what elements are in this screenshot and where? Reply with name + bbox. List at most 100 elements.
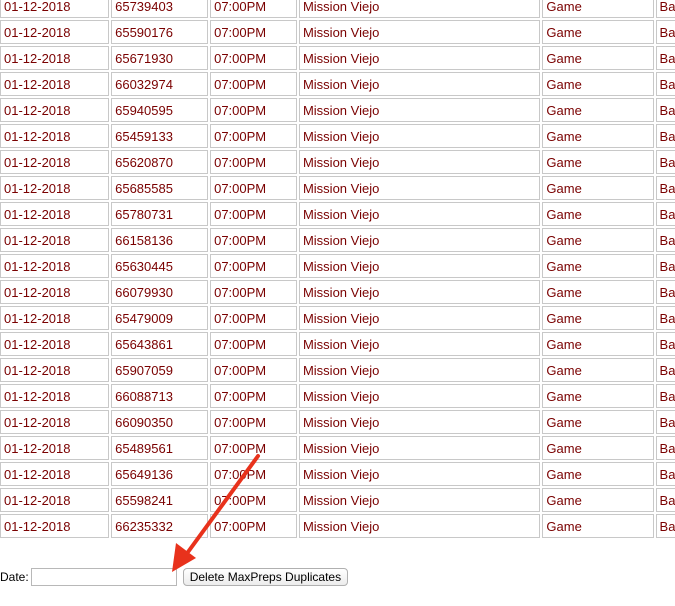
event-type-cell: Game — [542, 46, 654, 70]
time-cell: 07:00PM — [210, 20, 297, 44]
time-cell: 07:00PM — [210, 124, 297, 148]
extra-cell: Ba — [655, 488, 675, 512]
table-row: 01-12-2018 65489561 07:00PM Mission Viejo Ga… — [0, 436, 675, 460]
location-cell: Mission Viejo — [298, 436, 541, 460]
game-id-cell: 66090350 — [111, 410, 209, 434]
delete-duplicates-form: Date: Delete MaxPreps Duplicates — [0, 566, 349, 588]
time-cell: 07:00PM — [210, 254, 297, 278]
extra-cell: Ba — [655, 150, 675, 174]
time-cell: 07:00PM — [210, 332, 297, 356]
event-type-cell: Game — [542, 0, 654, 18]
time-cell: 07:00PM — [210, 358, 297, 382]
event-type-cell: Game — [542, 176, 654, 200]
extra-cell: Ba — [655, 124, 675, 148]
extra-cell: Ba — [655, 410, 675, 434]
date-cell: 01-12-2018 — [0, 98, 110, 122]
event-type-cell: Game — [542, 306, 654, 330]
location-cell: Mission Viejo — [298, 306, 541, 330]
extra-cell: Ba — [655, 514, 675, 538]
date-cell: 01-12-2018 — [0, 488, 110, 512]
location-cell: Mission Viejo — [298, 488, 541, 512]
location-cell: Mission Viejo — [298, 202, 541, 226]
date-cell: 01-12-2018 — [0, 0, 110, 18]
event-type-cell: Game — [542, 410, 654, 434]
table-row: 01-12-2018 66090350 07:00PM Mission Viejo Ga… — [0, 410, 675, 434]
table-row: 01-12-2018 65630445 07:00PM Mission Viejo Ga… — [0, 254, 675, 278]
table-row: 01-12-2018 66079930 07:00PM Mission Viejo Ga… — [0, 280, 675, 304]
location-cell: Mission Viejo — [298, 332, 541, 356]
time-cell: 07:00PM — [210, 46, 297, 70]
delete-maxpreps-duplicates-button[interactable]: Delete MaxPreps Duplicates — [182, 568, 349, 586]
date-label: Date: — [0, 570, 29, 584]
game-id-cell: 65739403 — [111, 0, 209, 18]
extra-cell: Ba — [655, 176, 675, 200]
game-id-cell: 65489561 — [111, 436, 209, 460]
extra-cell: Ba — [655, 228, 675, 252]
extra-cell: Ba — [655, 254, 675, 278]
time-cell: 07:00PM — [210, 280, 297, 304]
event-type-cell: Game — [542, 20, 654, 44]
time-cell: 07:00PM — [210, 306, 297, 330]
game-id-cell: 65630445 — [111, 254, 209, 278]
extra-cell: Ba — [655, 332, 675, 356]
location-cell: Mission Viejo — [298, 20, 541, 44]
date-cell: 01-12-2018 — [0, 462, 110, 486]
time-cell: 07:00PM — [210, 72, 297, 96]
game-id-cell: 65649136 — [111, 462, 209, 486]
extra-cell: Ba — [655, 202, 675, 226]
game-id-cell: 65685585 — [111, 176, 209, 200]
time-cell: 07:00PM — [210, 202, 297, 226]
location-cell: Mission Viejo — [298, 254, 541, 278]
table-row: 01-12-2018 65620870 07:00PM Mission Viejo Ga… — [0, 150, 675, 174]
event-type-cell: Game — [542, 462, 654, 486]
event-type-cell: Game — [542, 514, 654, 538]
event-type-cell: Game — [542, 98, 654, 122]
game-id-cell: 66079930 — [111, 280, 209, 304]
extra-cell: Ba — [655, 280, 675, 304]
table-row: 01-12-2018 65907059 07:00PM Mission Viejo Ga… — [0, 358, 675, 382]
games-table: 01-12-2018 65739403 07:00PM Mission Viejo Ga… — [0, 0, 675, 540]
date-cell: 01-12-2018 — [0, 124, 110, 148]
location-cell: Mission Viejo — [298, 0, 541, 18]
time-cell: 07:00PM — [210, 228, 297, 252]
game-id-cell: 65620870 — [111, 150, 209, 174]
extra-cell: Ba — [655, 306, 675, 330]
extra-cell: Ba — [655, 20, 675, 44]
time-cell: 07:00PM — [210, 462, 297, 486]
table-row: 01-12-2018 65649136 07:00PM Mission Viejo Ga… — [0, 462, 675, 486]
time-cell: 07:00PM — [210, 488, 297, 512]
location-cell: Mission Viejo — [298, 462, 541, 486]
event-type-cell: Game — [542, 254, 654, 278]
location-cell: Mission Viejo — [298, 176, 541, 200]
time-cell: 07:00PM — [210, 514, 297, 538]
location-cell: Mission Viejo — [298, 514, 541, 538]
game-id-cell: 65671930 — [111, 46, 209, 70]
event-type-cell: Game — [542, 280, 654, 304]
date-cell: 01-12-2018 — [0, 358, 110, 382]
extra-cell: Ba — [655, 384, 675, 408]
time-cell: 07:00PM — [210, 0, 297, 18]
extra-cell: Ba — [655, 358, 675, 382]
event-type-cell: Game — [542, 228, 654, 252]
table-row: 01-12-2018 65780731 07:00PM Mission Viejo Ga… — [0, 202, 675, 226]
date-cell: 01-12-2018 — [0, 20, 110, 44]
date-input[interactable] — [30, 568, 177, 586]
table-row: 01-12-2018 66158136 07:00PM Mission Viejo Ga… — [0, 228, 675, 252]
event-type-cell: Game — [542, 124, 654, 148]
extra-cell: Ba — [655, 98, 675, 122]
location-cell: Mission Viejo — [298, 358, 541, 382]
time-cell: 07:00PM — [210, 176, 297, 200]
game-id-cell: 65780731 — [111, 202, 209, 226]
extra-cell: Ba — [655, 436, 675, 460]
date-cell: 01-12-2018 — [0, 514, 110, 538]
location-cell: Mission Viejo — [298, 384, 541, 408]
table-row: 01-12-2018 65590176 07:00PM Mission Viejo Ga… — [0, 20, 675, 44]
table-row: 01-12-2018 66088713 07:00PM Mission Viejo Ga… — [0, 384, 675, 408]
extra-cell: Ba — [655, 0, 675, 18]
game-id-cell: 66235332 — [111, 514, 209, 538]
table-row: 01-12-2018 65479009 07:00PM Mission Viejo Ga… — [0, 306, 675, 330]
game-id-cell: 65907059 — [111, 358, 209, 382]
location-cell: Mission Viejo — [298, 46, 541, 70]
table-row: 01-12-2018 65685585 07:00PM Mission Viejo Ga… — [0, 176, 675, 200]
table-row: 01-12-2018 65671930 07:00PM Mission Viejo Ga… — [0, 46, 675, 70]
